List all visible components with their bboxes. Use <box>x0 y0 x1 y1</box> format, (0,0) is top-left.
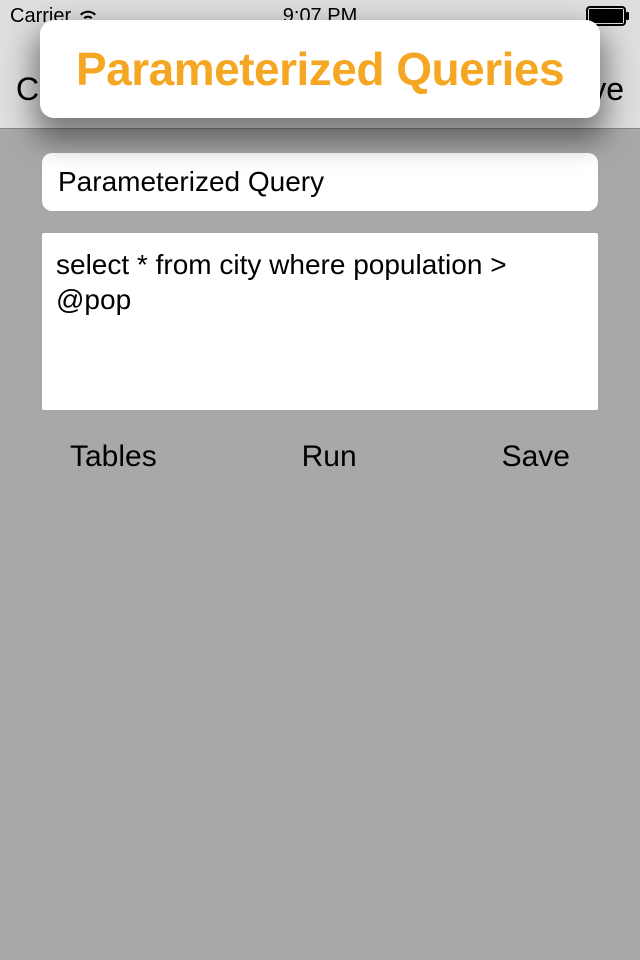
save-button[interactable]: Save <box>502 440 570 474</box>
content-area: select * from city where population > @p… <box>0 129 640 474</box>
overlay-banner: Parameterized Queries <box>40 20 600 118</box>
query-name-input[interactable] <box>42 153 598 211</box>
run-button[interactable]: Run <box>302 440 357 474</box>
overlay-title: Parameterized Queries <box>76 42 564 96</box>
action-button-row: Tables Run Save <box>42 440 598 474</box>
query-sql-textarea[interactable]: select * from city where population > @p… <box>42 233 598 410</box>
nav-back-partial[interactable]: C <box>16 71 39 108</box>
tables-button[interactable]: Tables <box>70 440 157 474</box>
